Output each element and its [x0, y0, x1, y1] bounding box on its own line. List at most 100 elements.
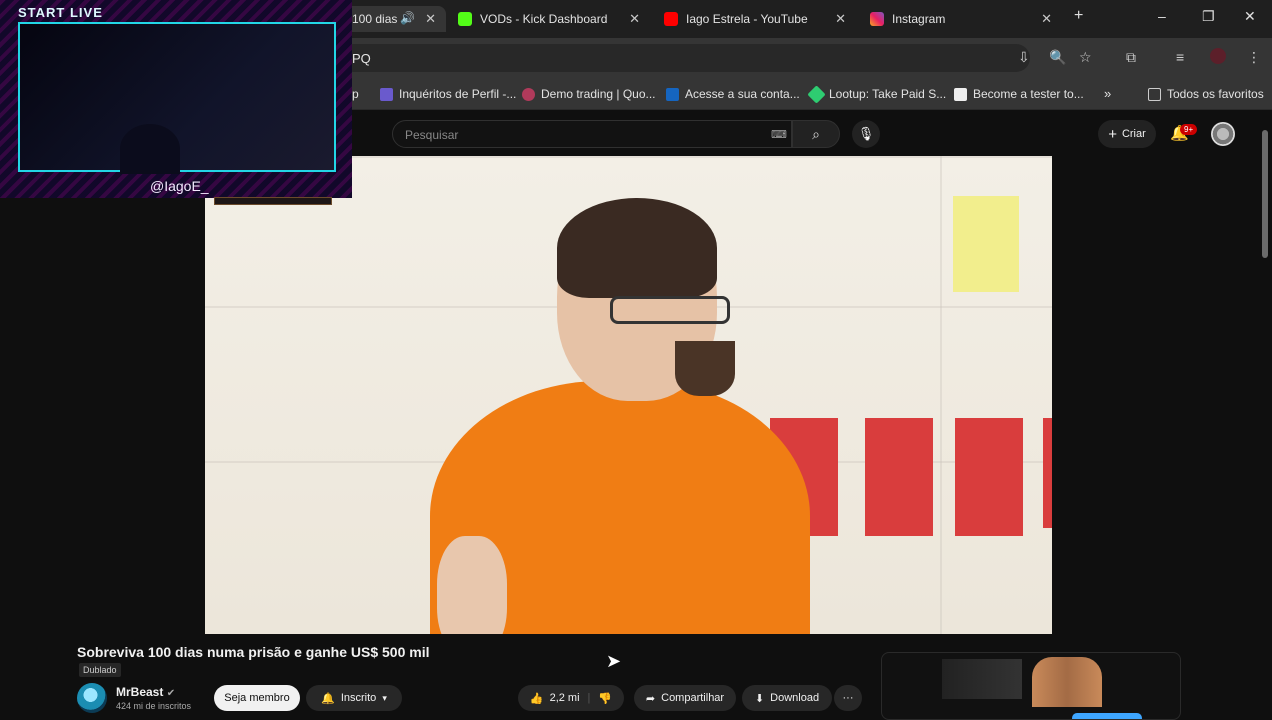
address-bar[interactable]: PQ	[340, 44, 1030, 72]
chevron-down-icon: ▾	[382, 692, 387, 703]
new-tab-button[interactable]: +	[1074, 7, 1083, 25]
close-icon[interactable]: ✕	[1041, 11, 1052, 27]
media-icon[interactable]: ≡	[1176, 49, 1184, 65]
wall-texture	[940, 156, 942, 634]
like-button[interactable]: 👍	[530, 692, 544, 705]
close-window-button[interactable]: ✕	[1244, 8, 1256, 25]
streamer-silhouette	[120, 124, 180, 174]
more-actions-button[interactable]: ···	[834, 685, 862, 711]
search-icon: ⌕	[812, 126, 820, 142]
kick-icon	[458, 12, 472, 26]
close-icon[interactable]: ✕	[629, 11, 640, 27]
minimize-button[interactable]: –	[1158, 8, 1166, 24]
tab-instagram[interactable]: Instagram ✕	[870, 6, 1052, 32]
scrollbar-thumb[interactable]	[1262, 130, 1268, 258]
person-beard	[675, 341, 735, 396]
install-icon[interactable]: ⇩	[1018, 49, 1030, 66]
bookmark-item[interactable]: Lootup: Take Paid S...	[807, 84, 947, 104]
voice-search-button[interactable]: 🎙	[852, 120, 880, 148]
create-label: Criar	[1121, 128, 1146, 140]
paypal-icon	[666, 87, 679, 101]
mic-icon: 🎙	[857, 126, 875, 141]
sticky-note	[953, 196, 1019, 292]
extensions-icon[interactable]: ⧉	[1126, 49, 1136, 66]
keyboard-icon[interactable]: ⌨	[771, 128, 787, 141]
star-icon[interactable]: ☆	[1079, 49, 1092, 66]
download-label: Download	[770, 692, 820, 704]
video-player[interactable]	[205, 156, 1052, 634]
bookmark-label: Become a tester to...	[973, 87, 1084, 101]
instagram-icon	[870, 12, 884, 26]
join-button[interactable]: Seja membro	[214, 685, 300, 711]
tab-label: 100 dias	[352, 12, 398, 26]
all-bookmarks[interactable]: Todos os favoritos	[1148, 87, 1264, 101]
tab-label: VODs - Kick Dashboard	[480, 12, 608, 26]
address-text: PQ	[352, 51, 371, 66]
search-placeholder: Pesquisar	[405, 128, 459, 142]
dislike-button[interactable]: 👎	[598, 692, 612, 705]
channel-name[interactable]: MrBeast ✔	[116, 685, 175, 699]
person-hair	[557, 198, 717, 298]
divider: |	[587, 692, 591, 704]
gem-icon	[807, 84, 826, 104]
overlay-bar	[214, 197, 332, 205]
ad-people-image	[1032, 657, 1102, 707]
download-button[interactable]: ⬇ Download	[742, 685, 832, 711]
create-button[interactable]: + Criar	[1098, 120, 1156, 148]
mouse-cursor-icon: ➤	[606, 651, 622, 671]
search-input[interactable]: Pesquisar ⌨	[392, 120, 792, 148]
download-icon: ⬇	[754, 692, 765, 705]
bookmark-item[interactable]: Become a tester to...	[954, 87, 1084, 101]
bookmark-label: Demo trading | Quo...	[541, 87, 656, 101]
tab-active[interactable]: 100 dias 🔊 ✕	[340, 6, 446, 32]
ad-cta[interactable]	[1072, 713, 1142, 719]
tab-kick[interactable]: VODs - Kick Dashboard ✕	[458, 6, 640, 32]
webcam-overlay: START LIVE @IagoE_	[0, 0, 352, 198]
bookmark-label: Inquéritos de Perfil -...	[399, 87, 517, 101]
bookmark-label: Acesse a sua conta...	[685, 87, 800, 101]
ad-banner[interactable]	[881, 652, 1181, 720]
bookmark-label: Lootup: Take Paid S...	[829, 87, 947, 101]
share-button[interactable]: ➦ Compartilhar	[634, 685, 736, 711]
profile-icon[interactable]	[1210, 48, 1226, 64]
video-title: Sobreviva 100 dias numa prisão e ganhe U…	[77, 644, 430, 660]
wall-poster	[955, 418, 1023, 536]
bookmark-item[interactable]: p	[352, 87, 359, 101]
tab-label: Iago Estrela - YouTube	[686, 12, 808, 26]
overlay-title: START LIVE	[18, 5, 103, 20]
subscriber-count: 424 mi de inscritos	[116, 701, 192, 711]
search-button[interactable]: ⌕	[792, 120, 840, 148]
bookmark-icon	[522, 87, 535, 101]
bookmark-item[interactable]: Inquéritos de Perfil -...	[380, 87, 516, 101]
tab-youtube[interactable]: Iago Estrela - YouTube ✕	[664, 6, 846, 32]
speaker-icon[interactable]: 🔊	[400, 11, 415, 25]
share-icon: ➦	[645, 692, 656, 705]
plus-icon: +	[1108, 125, 1117, 143]
bookmark-item[interactable]: Demo trading | Quo...	[522, 87, 656, 101]
restore-button[interactable]: ❐	[1202, 8, 1215, 25]
wall-poster	[865, 418, 933, 536]
wall-poster	[1043, 418, 1052, 528]
bell-icon: 🔔	[321, 692, 335, 705]
like-dislike-group: 👍 2,2 mi | 👎	[518, 685, 624, 711]
channel-name-text: MrBeast	[116, 685, 164, 699]
verified-icon: ✔	[166, 688, 176, 699]
bookmark-icon	[380, 87, 393, 101]
close-icon[interactable]: ✕	[835, 11, 846, 27]
subscribed-button[interactable]: 🔔 Inscrito ▾	[306, 685, 402, 711]
join-label: Seja membro	[224, 692, 290, 704]
like-count: 2,2 mi	[549, 692, 580, 704]
more-bookmarks-icon[interactable]: »	[1104, 86, 1111, 101]
bookmark-item[interactable]: Acesse a sua conta...	[666, 87, 800, 101]
youtube-icon	[664, 12, 678, 26]
bookmark-label: p	[352, 87, 359, 101]
close-icon[interactable]: ✕	[425, 11, 436, 27]
bookmark-label: Todos os favoritos	[1167, 87, 1264, 101]
zoom-icon[interactable]: 🔍	[1049, 49, 1066, 66]
menu-icon[interactable]: ⋮	[1247, 49, 1261, 66]
ad-graphic	[942, 659, 1022, 699]
avatar[interactable]	[1211, 122, 1235, 146]
channel-avatar[interactable]	[77, 683, 107, 713]
overlay-handle: @IagoE_	[150, 178, 209, 194]
person-glasses	[610, 296, 730, 324]
